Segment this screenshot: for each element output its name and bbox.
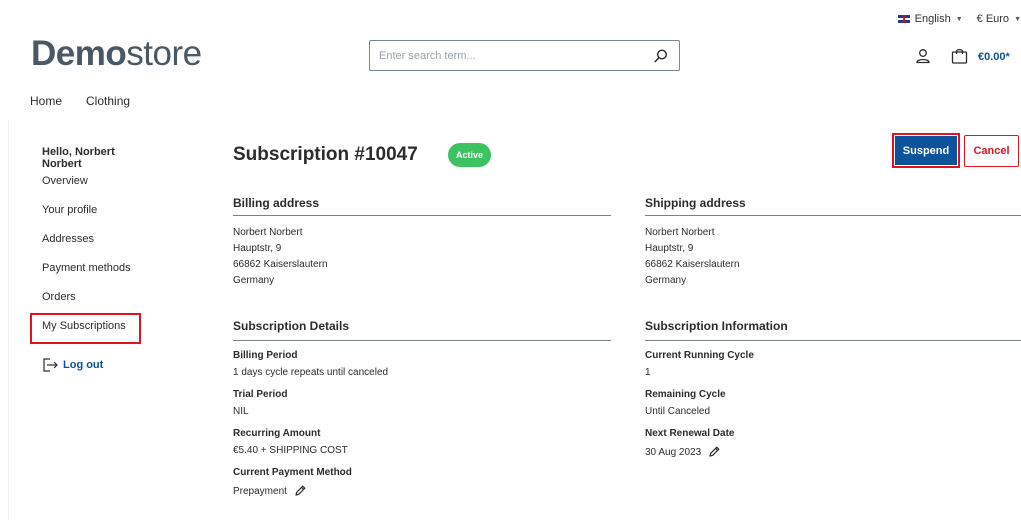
divider bbox=[645, 215, 1021, 216]
payment-method-value: Prepayment bbox=[233, 485, 287, 497]
logo-bold-text: Demo bbox=[31, 34, 127, 73]
sidebar-item-profile[interactable]: Your profile bbox=[42, 204, 97, 216]
search-box bbox=[369, 40, 680, 71]
address-line: Germany bbox=[233, 275, 275, 286]
shipping-address: Norbert Norbert Hauptstr, 9 66862 Kaiser… bbox=[645, 225, 740, 289]
trial-period-label: Trial Period bbox=[233, 389, 288, 400]
renewal-date-value: 30 Aug 2023 bbox=[645, 446, 702, 458]
cancel-button[interactable]: Cancel bbox=[964, 135, 1019, 167]
account-button[interactable] bbox=[915, 48, 931, 69]
greeting: Hello, Norbert Norbert bbox=[42, 146, 115, 170]
logout-label: Log out bbox=[63, 359, 104, 371]
currency-switcher[interactable]: € Euro ▼ bbox=[977, 13, 1021, 25]
page-title: Subscription #10047 bbox=[233, 144, 418, 165]
content-divider bbox=[8, 120, 9, 520]
billing-address-heading: Billing address bbox=[233, 196, 320, 210]
account-sidebar: Hello, Norbert Norbert Overview Your pro… bbox=[42, 146, 152, 332]
sidebar-item-payment-methods[interactable]: Payment methods bbox=[42, 262, 131, 274]
currency-label: € Euro bbox=[976, 13, 1010, 25]
running-cycle-label: Current Running Cycle bbox=[645, 350, 754, 361]
address-line: 66862 Kaiserslautern bbox=[233, 259, 328, 270]
language-label: English bbox=[914, 13, 951, 25]
cart-button[interactable] bbox=[951, 48, 968, 69]
trial-period-value: NIL bbox=[233, 406, 249, 417]
status-badge: Active bbox=[448, 143, 492, 167]
shipping-address-heading: Shipping address bbox=[645, 196, 746, 210]
chevron-down-icon: ▼ bbox=[1014, 15, 1021, 23]
logout-icon bbox=[43, 358, 58, 372]
sidebar-item-addresses[interactable]: Addresses bbox=[42, 233, 94, 245]
edit-renewal-date-icon[interactable] bbox=[707, 445, 721, 459]
shopping-bag-icon bbox=[951, 48, 968, 64]
store-logo[interactable]: Demostore bbox=[31, 34, 202, 74]
address-line: Germany bbox=[645, 275, 687, 286]
divider bbox=[233, 340, 611, 341]
renewal-date-row: 30 Aug 2023 bbox=[645, 445, 721, 459]
renewal-date-label: Next Renewal Date bbox=[645, 428, 735, 439]
sidebar-item-orders[interactable]: Orders bbox=[42, 291, 76, 303]
remaining-cycle-value: Until Canceled bbox=[645, 406, 711, 417]
address-line: 66862 Kaiserslautern bbox=[645, 259, 740, 270]
main-navigation: Home Clothing bbox=[30, 94, 130, 108]
running-cycle-value: 1 bbox=[645, 367, 651, 378]
language-switcher[interactable]: English ▼ bbox=[897, 13, 963, 25]
address-line: Hauptstr, 9 bbox=[645, 243, 694, 254]
edit-payment-method-icon[interactable] bbox=[293, 484, 307, 498]
billing-address: Norbert Norbert Hauptstr, 9 66862 Kaiser… bbox=[233, 225, 328, 289]
divider bbox=[233, 215, 611, 216]
cart-total[interactable]: €0.00* bbox=[978, 51, 1010, 63]
billing-period-value: 1 days cycle repeats until canceled bbox=[233, 367, 389, 378]
logo-light-text: store bbox=[126, 34, 202, 73]
recurring-amount-value: €5.40 + SHIPPING COST bbox=[233, 445, 348, 456]
nav-item-clothing[interactable]: Clothing bbox=[86, 94, 130, 108]
search-button[interactable] bbox=[643, 41, 679, 70]
search-input[interactable] bbox=[370, 41, 643, 70]
address-line: Norbert Norbert bbox=[645, 227, 715, 238]
search-icon bbox=[654, 48, 668, 62]
sidebar-item-overview[interactable]: Overview bbox=[42, 175, 88, 187]
address-line: Hauptstr, 9 bbox=[233, 243, 282, 254]
remaining-cycle-label: Remaining Cycle bbox=[645, 389, 726, 400]
address-line: Norbert Norbert bbox=[233, 227, 303, 238]
chevron-down-icon: ▼ bbox=[955, 15, 963, 23]
logout-link[interactable]: Log out bbox=[42, 357, 103, 373]
recurring-amount-label: Recurring Amount bbox=[233, 428, 321, 439]
nav-item-home[interactable]: Home bbox=[30, 94, 62, 108]
suspend-button[interactable]: Suspend bbox=[892, 133, 960, 168]
user-icon bbox=[916, 49, 930, 64]
payment-method-label: Current Payment Method bbox=[233, 467, 352, 478]
subscription-details-heading: Subscription Details bbox=[233, 319, 350, 333]
highlight-frame bbox=[30, 313, 141, 344]
subscription-information-heading: Subscription Information bbox=[645, 319, 788, 333]
top-bar: English ▼ € Euro ▼ bbox=[897, 13, 1021, 25]
uk-flag-icon bbox=[897, 15, 910, 23]
divider bbox=[645, 340, 1021, 341]
payment-method-row: Prepayment bbox=[233, 484, 307, 498]
billing-period-label: Billing Period bbox=[233, 350, 298, 361]
